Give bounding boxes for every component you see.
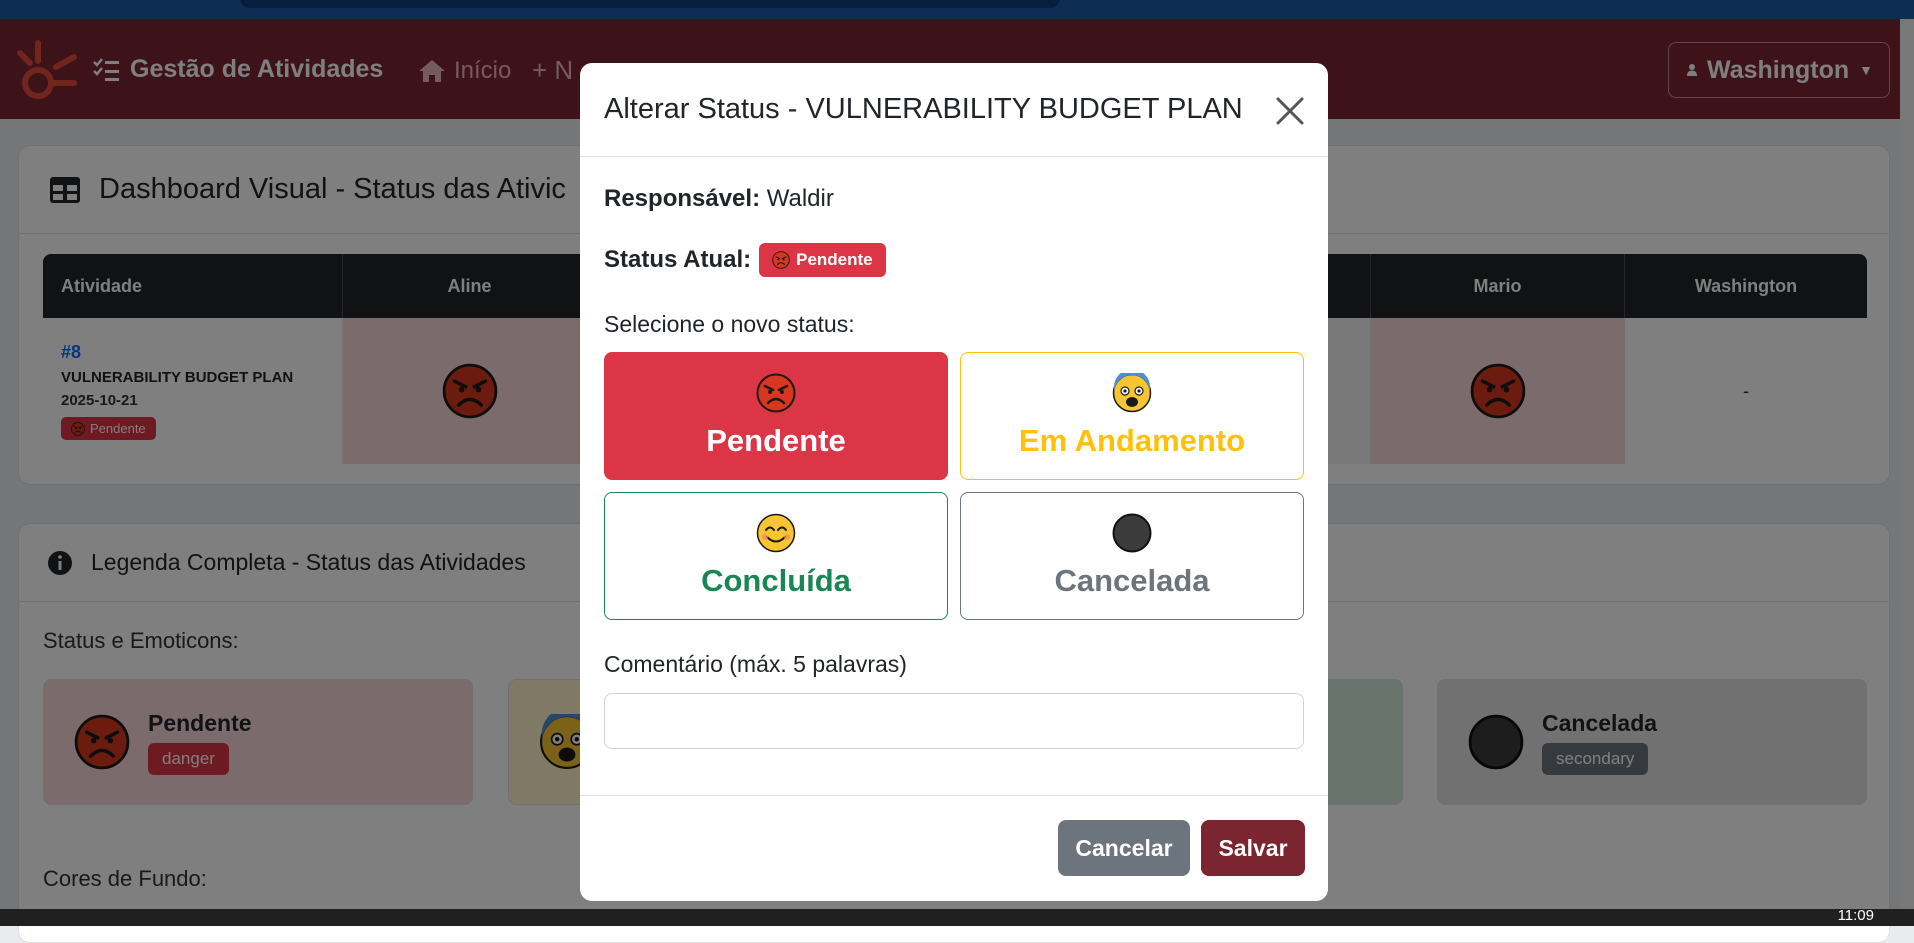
- cancel-button[interactable]: Cancelar: [1058, 820, 1190, 876]
- status-option-pendente[interactable]: Pendente: [604, 352, 948, 480]
- responsavel-row: Responsável: Waldir: [604, 185, 834, 213]
- taskbar-clock: 11:09: [1837, 907, 1874, 924]
- black-circle-icon: [1112, 513, 1152, 553]
- status-option-concluida[interactable]: Concluída: [604, 492, 948, 620]
- os-taskbar: 11:09: [0, 907, 1914, 926]
- modal-title: Alterar Status - VULNERABILITY BUDGET PL…: [604, 93, 1243, 125]
- status-option-cancelada[interactable]: Cancelada: [960, 492, 1304, 620]
- modal-footer: Cancelar Salvar: [580, 795, 1328, 901]
- status-badge: Pendente: [759, 243, 886, 277]
- comment-input[interactable]: [604, 693, 1304, 749]
- comment-label: Comentário (máx. 5 palavras): [604, 651, 907, 677]
- status-atual-row: Status Atual: Pendente: [604, 243, 886, 277]
- angry-face-icon: [756, 373, 796, 413]
- responsavel-label: Responsável:: [604, 185, 761, 212]
- scared-face-icon: [1112, 373, 1152, 413]
- angry-face-icon: [772, 251, 790, 269]
- select-status-label: Selecione o novo status:: [604, 311, 855, 337]
- status-option-em-andamento[interactable]: Em Andamento: [960, 352, 1304, 480]
- responsavel-value: Waldir: [766, 185, 834, 212]
- save-button[interactable]: Salvar: [1201, 820, 1305, 876]
- status-atual-label: Status Atual:: [604, 246, 752, 273]
- smiling-face-icon: [756, 513, 796, 553]
- close-icon[interactable]: [1272, 93, 1308, 129]
- change-status-modal: Alterar Status - VULNERABILITY BUDGET PL…: [580, 63, 1328, 901]
